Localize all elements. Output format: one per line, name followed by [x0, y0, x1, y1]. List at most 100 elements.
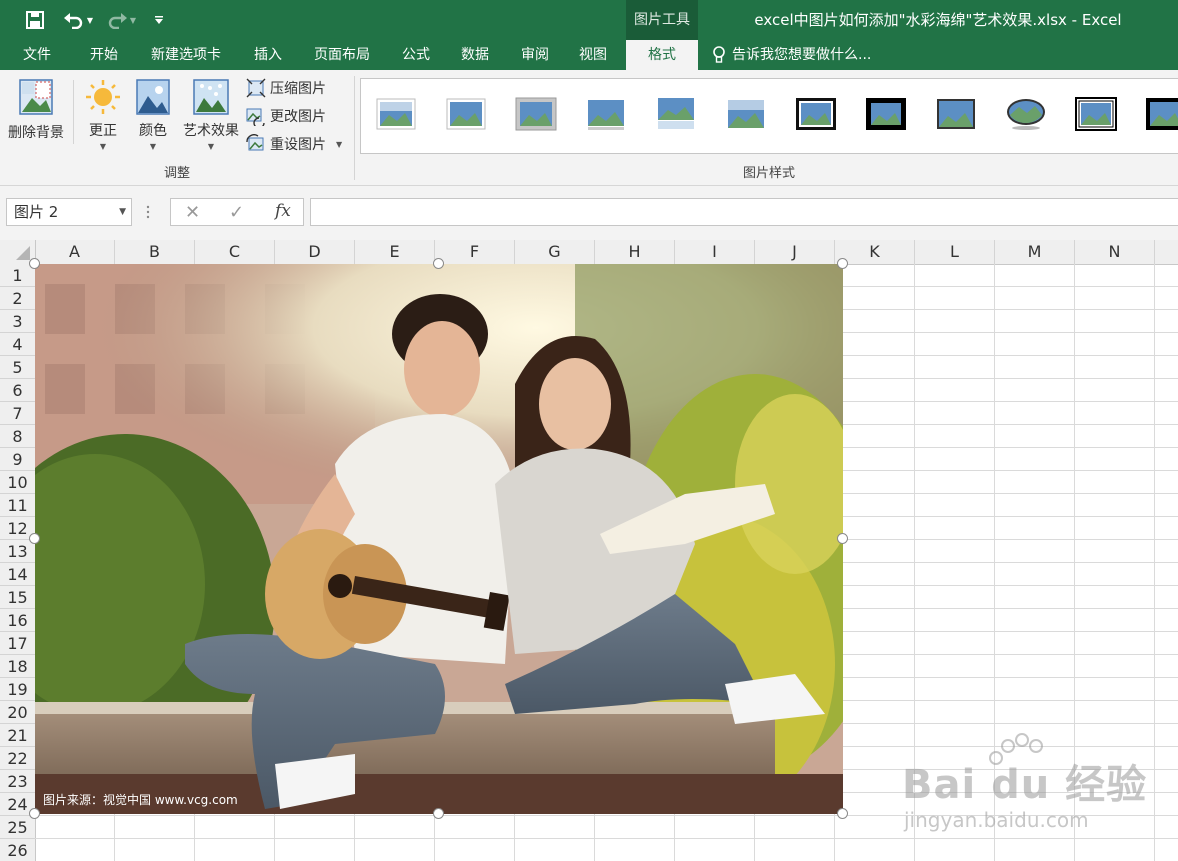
resize-handle-left[interactable] — [29, 533, 40, 544]
row-header[interactable]: 16 — [0, 609, 35, 632]
tab-new-tab[interactable]: 新建选项卡 — [140, 40, 232, 70]
column-header[interactable]: M — [995, 240, 1075, 264]
artistic-effects-button[interactable]: 艺术效果 ▼ — [178, 78, 244, 151]
chevron-down-icon[interactable]: ▼ — [119, 199, 126, 225]
row-header[interactable]: 25 — [0, 816, 35, 839]
row-header[interactable]: 15 — [0, 586, 35, 609]
column-headers: ABCDEFGHIJKLMN — [0, 240, 1178, 265]
row-header[interactable]: 7 — [0, 402, 35, 425]
undo-icon[interactable]: ▼ — [60, 8, 96, 32]
row-header[interactable]: 17 — [0, 632, 35, 655]
column-header[interactable]: L — [915, 240, 995, 264]
tab-format[interactable]: 格式 — [626, 40, 698, 70]
formula-buttons: ✕ ✓ fx — [170, 198, 304, 226]
row-header[interactable]: 23 — [0, 770, 35, 793]
tab-insert[interactable]: 插入 — [244, 40, 292, 70]
picture-style-thumbnail[interactable] — [515, 97, 557, 131]
formula-input[interactable] — [310, 198, 1178, 226]
insert-function-icon[interactable]: fx — [275, 201, 291, 221]
picture-style-thumbnail[interactable] — [935, 97, 977, 131]
watermark-brand: Bai du 经验 — [902, 762, 1148, 808]
change-picture-icon — [246, 108, 265, 126]
column-header[interactable]: B — [115, 240, 195, 264]
selected-picture[interactable]: 图片来源：视觉中国 www.vcg.com — [35, 264, 843, 814]
resize-handle-top-right[interactable] — [837, 258, 848, 269]
picture-style-thumbnail[interactable] — [1005, 97, 1047, 131]
chevron-down-icon: ▼ — [99, 142, 107, 151]
tab-file[interactable]: 文件 — [8, 40, 66, 70]
row-header[interactable]: 20 — [0, 701, 35, 724]
row-header[interactable]: 4 — [0, 333, 35, 356]
name-box[interactable]: 图片 2 ▼ — [6, 198, 132, 226]
picture-style-thumbnail[interactable] — [375, 97, 417, 131]
column-header[interactable]: H — [595, 240, 675, 264]
picture-style-thumbnail[interactable] — [1075, 97, 1117, 131]
column-header[interactable]: J — [755, 240, 835, 264]
tab-data[interactable]: 数据 — [450, 40, 500, 70]
color-button[interactable]: 颜色 ▼ — [132, 78, 174, 151]
customize-quick-access-icon[interactable] — [150, 8, 168, 32]
row-header[interactable]: 18 — [0, 655, 35, 678]
row-header[interactable]: 21 — [0, 724, 35, 747]
picture-style-thumbnail[interactable] — [655, 97, 697, 131]
save-icon[interactable] — [22, 8, 48, 32]
row-header[interactable]: 5 — [0, 356, 35, 379]
tab-home[interactable]: 开始 — [78, 40, 130, 70]
tab-view[interactable]: 视图 — [568, 40, 618, 70]
row-headers: 1 2 3 4 5 6 7 8 9 10 11 12 13 14 15 16 17 18 19 20 21 22 23 24 2… — [0, 264, 36, 861]
column-header[interactable]: E — [355, 240, 435, 264]
picture-style-thumbnail[interactable] — [865, 97, 907, 131]
compress-pictures-button[interactable]: 压缩图片 — [246, 76, 326, 100]
column-header[interactable]: G — [515, 240, 595, 264]
picture-style-thumbnail[interactable] — [585, 97, 627, 131]
picture-style-thumbnail[interactable] — [725, 97, 767, 131]
row-header[interactable]: 19 — [0, 678, 35, 701]
picture-style-thumbnail[interactable] — [795, 97, 837, 131]
row-header[interactable]: 8 — [0, 425, 35, 448]
row-header[interactable]: 26 — [0, 839, 35, 861]
row-header[interactable]: 10 — [0, 471, 35, 494]
resize-handle-right[interactable] — [837, 533, 848, 544]
resize-handle-top[interactable] — [433, 258, 444, 269]
resize-handle-bottom[interactable] — [433, 808, 444, 819]
resize-handle-top-left[interactable] — [29, 258, 40, 269]
compress-label: 压缩图片 — [270, 81, 326, 97]
tell-me-box[interactable]: 告诉我您想要做什么... — [712, 40, 871, 70]
column-header[interactable]: D — [275, 240, 355, 264]
enter-icon[interactable]: ✓ — [229, 202, 244, 223]
reset-picture-button[interactable]: 重设图片 ▼ — [246, 132, 342, 156]
tab-page-layout[interactable]: 页面布局 — [304, 40, 380, 70]
redo-icon[interactable]: ▼ — [104, 8, 138, 32]
row-header[interactable]: 13 — [0, 540, 35, 563]
reset-picture-icon — [246, 134, 264, 151]
column-header[interactable]: C — [195, 240, 275, 264]
column-header[interactable]: N — [1075, 240, 1155, 264]
title-bar: ▼ ▼ 图片工具 excel中图片如何添加"水彩海绵"艺术效果.xlsx - E… — [0, 0, 1178, 40]
row-header[interactable]: 9 — [0, 448, 35, 471]
column-header[interactable]: I — [675, 240, 755, 264]
resize-handle-bottom-right[interactable] — [837, 808, 848, 819]
row-header[interactable]: 3 — [0, 310, 35, 333]
row-header[interactable]: 6 — [0, 379, 35, 402]
corrections-label: 更正 — [89, 123, 117, 139]
remove-background-button[interactable]: 删除背景 — [4, 78, 68, 142]
picture-style-thumbnail[interactable] — [445, 97, 487, 131]
row-header[interactable]: 2 — [0, 287, 35, 310]
tab-review[interactable]: 审阅 — [510, 40, 560, 70]
column-header[interactable]: A — [35, 240, 115, 264]
chevron-down-icon[interactable]: ▼ — [336, 140, 342, 149]
change-picture-button[interactable]: 更改图片 — [246, 104, 326, 128]
corrections-button[interactable]: 更正 ▼ — [80, 78, 126, 151]
column-header[interactable]: F — [435, 240, 515, 264]
grip-icon[interactable] — [146, 204, 150, 220]
picture-styles-group-label: 图片样式 — [742, 166, 795, 181]
row-header[interactable]: 22 — [0, 747, 35, 770]
window-title: excel中图片如何添加"水彩海绵"艺术效果.xlsx - Excel — [754, 11, 1122, 29]
resize-handle-bottom-left[interactable] — [29, 808, 40, 819]
cancel-icon[interactable]: ✕ — [185, 202, 200, 223]
picture-style-thumbnail[interactable] — [1145, 97, 1178, 131]
row-header[interactable]: 14 — [0, 563, 35, 586]
row-header[interactable]: 11 — [0, 494, 35, 517]
tab-formulas[interactable]: 公式 — [392, 40, 440, 70]
compress-icon — [246, 78, 266, 98]
